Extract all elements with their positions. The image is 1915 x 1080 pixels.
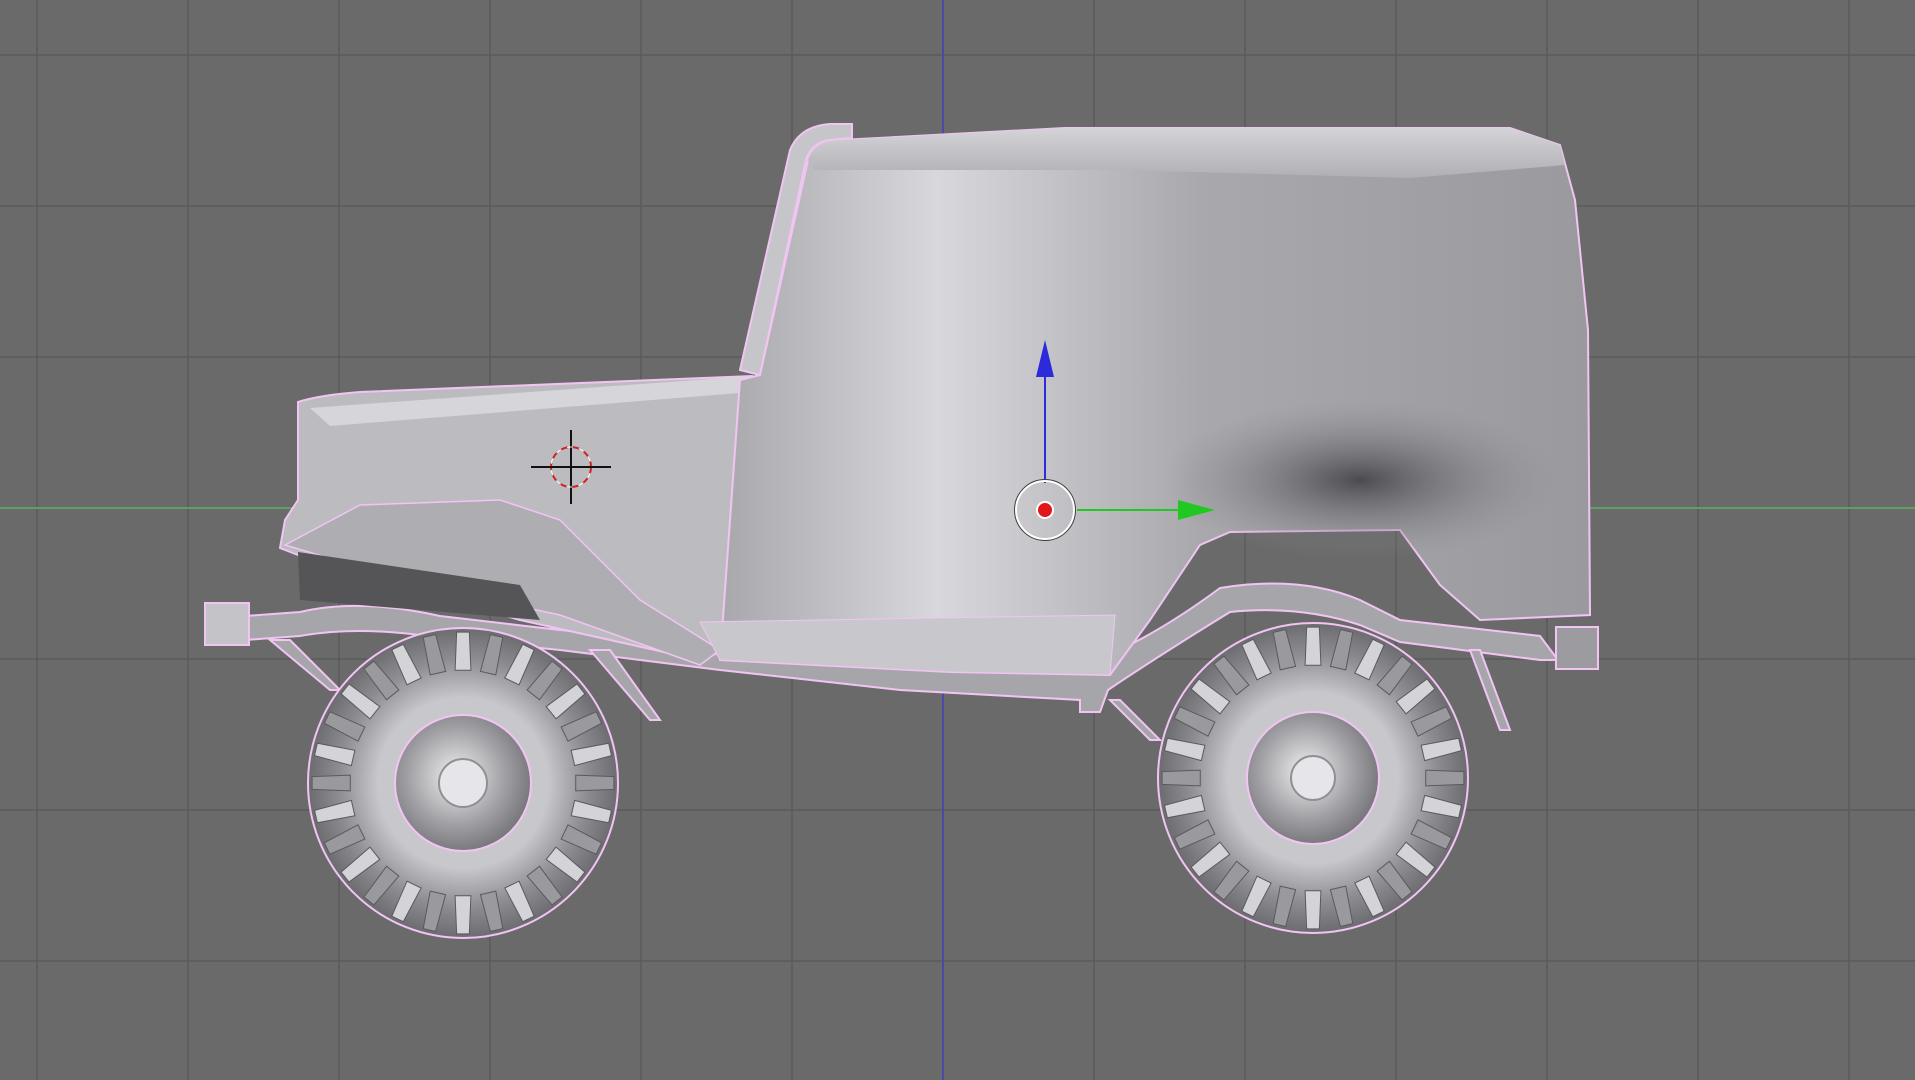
object-origin-dot xyxy=(1036,501,1054,519)
tread-lug xyxy=(311,774,351,792)
viewport-canvas[interactable] xyxy=(0,0,1915,1080)
tread-lug xyxy=(454,631,472,671)
tread-lug xyxy=(1304,626,1322,666)
tread-lug xyxy=(1161,769,1201,787)
tread-lug xyxy=(1425,769,1465,787)
3d-viewport[interactable] xyxy=(0,0,1915,1080)
rear-panel-shadow xyxy=(1160,400,1560,560)
rear-wheel[interactable] xyxy=(1157,622,1469,934)
tread-lug xyxy=(1304,890,1322,930)
cab-body xyxy=(718,127,1592,677)
front-wheel[interactable] xyxy=(307,627,619,939)
tread-lug xyxy=(575,774,615,792)
tread-lug xyxy=(454,895,472,935)
